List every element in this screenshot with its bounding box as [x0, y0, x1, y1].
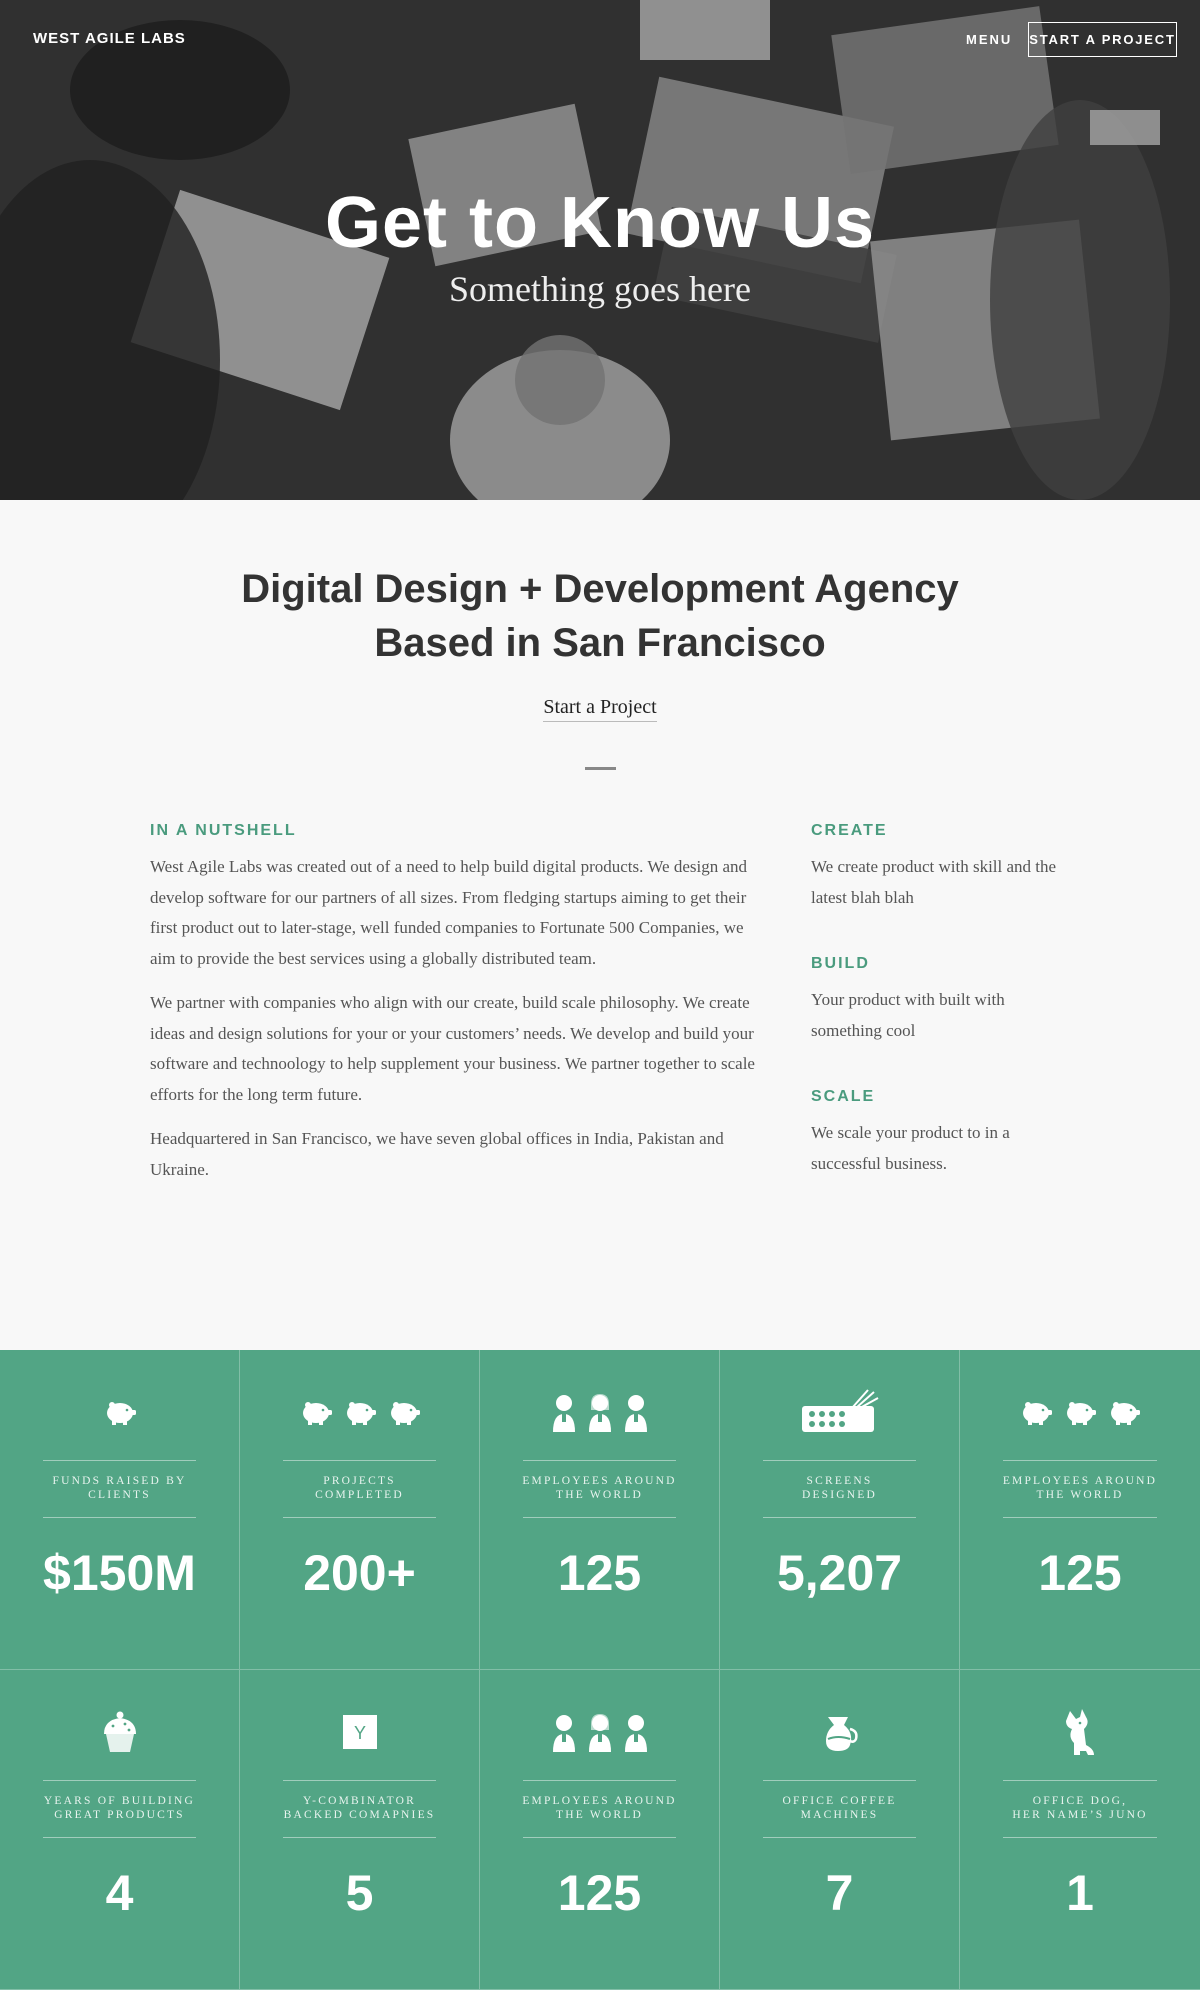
scale-block: SCALE We scale your product to in a succ… — [811, 1088, 1071, 1179]
top-nav: WEST AGILE LABS MENU START A PROJECT — [0, 0, 1200, 80]
stat-value: 7 — [825, 1865, 854, 1921]
stat-rule — [43, 1517, 196, 1518]
stat-rule — [1003, 1517, 1157, 1518]
piggy-banks-icon — [240, 1388, 479, 1436]
stat-rule — [523, 1517, 676, 1518]
intro-title-line-1: Digital Design + Development Agency — [241, 567, 959, 611]
stat-rule — [283, 1780, 436, 1781]
nutshell-column: IN A NUTSHELL West Agile Labs was create… — [150, 822, 760, 1199]
stat-card: Projects completed 200+ — [240, 1350, 480, 1670]
stat-value: 4 — [105, 1865, 134, 1921]
stat-card: Office coffee machines 7 — [720, 1670, 960, 1990]
intro-title: Digital Design + Development Agency Base… — [200, 562, 1000, 670]
scale-heading: SCALE — [811, 1088, 876, 1105]
intro-title-line-2: Based in San Francisco — [374, 621, 826, 665]
stat-rule — [283, 1517, 436, 1518]
stat-value: 200+ — [303, 1545, 416, 1601]
stat-label: Funds raised by clients — [52, 1475, 187, 1501]
create-block: CREATE We create product with skill and … — [811, 822, 1071, 913]
stat-value: 125 — [557, 1865, 642, 1921]
stat-label: Projects completed — [315, 1475, 404, 1501]
stat-rule — [523, 1780, 676, 1781]
stat-label: Employees around the world — [522, 1795, 677, 1821]
stat-rule — [43, 1460, 196, 1461]
stat-label: Office dog, her name’s Juno — [1012, 1795, 1148, 1821]
stat-rule — [763, 1780, 916, 1781]
nutshell-paragraph: Headquartered in San Francisco, we have … — [150, 1129, 724, 1179]
start-project-link[interactable]: Start a Project — [543, 696, 657, 722]
stat-card: Office dog, her name’s Juno 1 — [960, 1670, 1200, 1990]
cupcake-icon — [0, 1708, 239, 1756]
stat-value: 125 — [1038, 1545, 1122, 1601]
nutshell-heading: IN A NUTSHELL — [150, 822, 297, 839]
stat-rule — [1003, 1780, 1157, 1781]
coffee-pot-icon — [720, 1708, 959, 1756]
piggy-banks-icon — [960, 1388, 1200, 1436]
stat-rule — [523, 1837, 676, 1838]
intro-section: Digital Design + Development Agency Base… — [0, 500, 1200, 1350]
create-heading: CREATE — [811, 822, 888, 839]
stat-card: Employees around the world 125 — [480, 1670, 720, 1990]
stat-label: Office coffee machines — [782, 1795, 897, 1821]
stat-label: Y-Combinator backed comapnies — [283, 1795, 436, 1821]
intro-link-wrap: Start a Project — [0, 696, 1200, 722]
stat-value: 5 — [345, 1865, 374, 1921]
stat-card: Funds raised by clients $150M — [0, 1350, 240, 1670]
philosophy-column: CREATE We create product with skill and … — [811, 822, 1071, 1221]
svg-text:Y: Y — [353, 1723, 365, 1743]
stat-card: Y Y-Combinator backed comapnies 5 — [240, 1670, 480, 1990]
build-heading: BUILD — [811, 955, 870, 972]
scale-text: We scale your product to in a successful… — [811, 1123, 1010, 1173]
stat-rule — [43, 1780, 196, 1781]
nutshell-paragraph: West Agile Labs was created out of a nee… — [150, 857, 747, 968]
stat-card: Employees around the world 125 — [960, 1350, 1200, 1670]
stat-rule — [523, 1460, 676, 1461]
stat-card: Years of building great products 4 — [0, 1670, 240, 1990]
site-logo[interactable]: WEST AGILE LABS — [33, 30, 186, 47]
people-icon — [480, 1708, 719, 1756]
hero-subtitle: Something goes here — [449, 269, 751, 309]
stat-rule — [763, 1460, 916, 1461]
stat-rule — [763, 1837, 916, 1838]
nutshell-paragraph: We partner with companies who align with… — [150, 993, 755, 1104]
stat-card: Employees around the world 125 — [480, 1350, 720, 1670]
section-divider — [585, 767, 616, 770]
piggy-bank-icon — [0, 1388, 239, 1436]
stats-grid: Funds raised by clients $150M Projects com… — [0, 1350, 1200, 1990]
stat-label: Employees around the world — [522, 1475, 677, 1501]
start-project-button[interactable]: START A PROJECT — [1028, 22, 1177, 57]
build-block: BUILD Your product with built with somet… — [811, 955, 1071, 1046]
stat-label: Screens designed — [801, 1475, 878, 1501]
stat-value: 5,207 — [776, 1545, 903, 1601]
stat-label: Years of building great products — [43, 1795, 196, 1821]
hero: WEST AGILE LABS MENU START A PROJECT Get… — [0, 0, 1200, 500]
y-combinator-icon: Y — [240, 1708, 479, 1756]
stat-rule — [763, 1517, 916, 1518]
stat-label: Employees around the world — [1002, 1475, 1158, 1501]
stat-value: $150M — [43, 1545, 196, 1601]
stat-rule — [1003, 1460, 1157, 1461]
stat-value: 125 — [557, 1545, 642, 1601]
stat-rule — [1003, 1837, 1157, 1838]
hero-title: Get to Know Us — [325, 183, 875, 263]
stat-card: Screens designed 5,207 — [720, 1350, 960, 1670]
build-text: Your product with built with something c… — [811, 990, 1005, 1040]
people-icon — [480, 1388, 719, 1436]
stat-value: 1 — [1066, 1865, 1094, 1921]
menu-link[interactable]: MENU — [966, 32, 1012, 47]
paint-palette-icon — [720, 1388, 959, 1436]
stat-rule — [43, 1837, 196, 1838]
stat-rule — [283, 1460, 436, 1461]
dog-icon — [960, 1708, 1200, 1756]
stat-rule — [283, 1837, 436, 1838]
create-text: We create product with skill and the lat… — [811, 857, 1057, 907]
